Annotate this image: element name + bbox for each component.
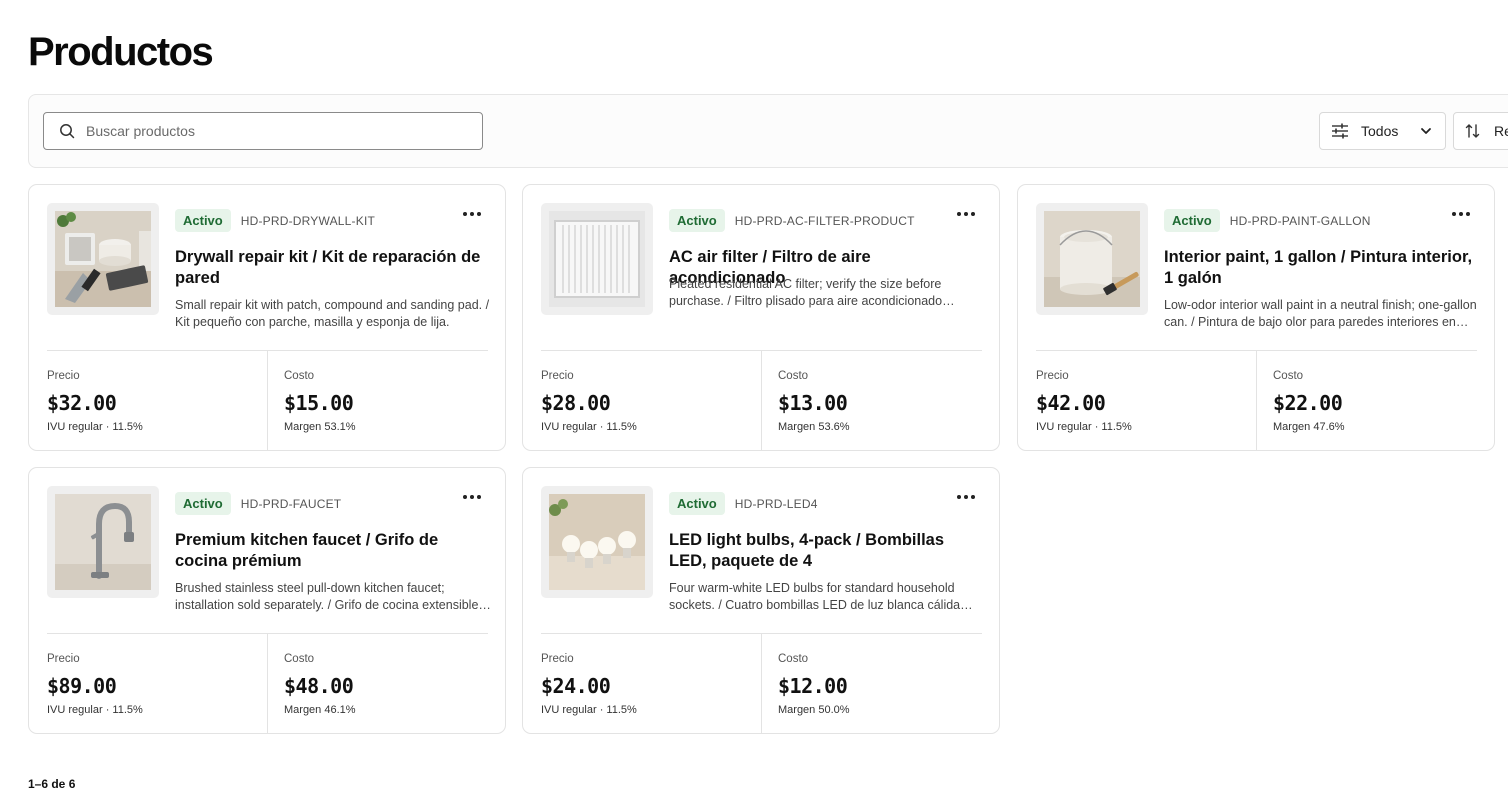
tax-info: IVU regular · 11.5% <box>541 704 637 716</box>
product-name: Interior paint, 1 gallon / Pintura inter… <box>1164 248 1473 287</box>
product-sku: HD-PRD-FAUCET <box>240 496 342 511</box>
price-label: Precio <box>1036 370 1069 382</box>
tax-info: IVU regular · 11.5% <box>1036 421 1132 433</box>
sliders-icon <box>1331 123 1349 139</box>
column-divider <box>761 634 762 734</box>
search-placeholder: Buscar productos <box>86 123 195 139</box>
product-description: Pleated residential AC filter; verify th… <box>669 277 943 308</box>
margin-info: Margen 50.0% <box>778 704 850 716</box>
status-badge: Activo <box>669 209 725 232</box>
sort-icon <box>1465 123 1481 139</box>
chevron-down-icon <box>1420 127 1432 135</box>
status-badge: Activo <box>669 492 725 515</box>
column-divider <box>267 634 268 734</box>
pagination-summary: 1–6 de 6 <box>28 777 76 791</box>
status-badge: Activo <box>175 209 231 232</box>
sort-label: Re <box>1494 123 1508 139</box>
price-label: Precio <box>541 370 574 382</box>
price-label: Precio <box>47 370 80 382</box>
product-card[interactable]: Activo HD-PRD-FAUCET Premium kitchen fau… <box>28 467 506 734</box>
card-header: Activo HD-PRD-FAUCET <box>175 492 341 515</box>
cost-value: $48.00 <box>284 674 354 698</box>
column-divider <box>1256 351 1257 451</box>
product-card[interactable]: Activo HD-PRD-LED4 LED light bulbs, 4-pa… <box>522 467 1000 734</box>
product-sku: HD-PRD-LED4 <box>734 496 818 511</box>
margin-info: Margen 46.1% <box>284 704 356 716</box>
margin-info: Margen 53.1% <box>284 421 356 433</box>
product-description: Four warm-white LED bulbs for standard h… <box>669 581 961 612</box>
column-divider <box>761 351 762 451</box>
product-sku: HD-PRD-PAINT-GALLON <box>1229 213 1371 228</box>
tax-info: IVU regular · 11.5% <box>541 421 637 433</box>
product-name: LED light bulbs, 4-pack / Bombillas LED,… <box>669 531 945 570</box>
search-icon <box>60 124 75 139</box>
tax-info: IVU regular · 11.5% <box>47 421 143 433</box>
product-card[interactable]: Activo HD-PRD-PAINT-GALLON Interior pain… <box>1017 184 1495 451</box>
price-value: $89.00 <box>47 674 117 698</box>
more-options-icon[interactable] <box>957 212 975 216</box>
card-header: Activo HD-PRD-LED4 <box>669 492 818 515</box>
status-badge: Activo <box>175 492 231 515</box>
price-value: $32.00 <box>47 391 117 415</box>
cost-label: Costo <box>778 370 809 382</box>
more-options-icon[interactable] <box>463 495 481 499</box>
paint-can-photo <box>1044 211 1140 307</box>
product-card[interactable]: Activo HD-PRD-DRYWALL-KIT Drywall repair… <box>28 184 506 451</box>
page-title: Productos <box>28 30 214 74</box>
price-value: $24.00 <box>541 674 611 698</box>
status-filter-dropdown[interactable]: Todos <box>1319 112 1446 150</box>
product-description: Brushed stainless steel pull-down kitche… <box>175 581 479 612</box>
column-divider <box>267 351 268 451</box>
filter-label: Todos <box>1361 123 1399 139</box>
product-card[interactable]: Activo HD-PRD-AC-FILTER-PRODUCT AC air f… <box>522 184 1000 451</box>
cost-label: Costo <box>778 653 809 665</box>
product-sku: HD-PRD-AC-FILTER-PRODUCT <box>734 213 915 228</box>
product-description: Small repair kit with patch, compound an… <box>175 298 490 329</box>
cost-label: Costo <box>284 370 315 382</box>
more-options-icon[interactable] <box>463 212 481 216</box>
cost-value: $15.00 <box>284 391 354 415</box>
product-image <box>541 486 653 598</box>
ac-filter-photo <box>549 211 645 307</box>
card-header: Activo HD-PRD-AC-FILTER-PRODUCT <box>669 209 915 232</box>
margin-info: Margen 47.6% <box>1273 421 1345 433</box>
price-value: $28.00 <box>541 391 611 415</box>
cost-value: $22.00 <box>1273 391 1343 415</box>
product-name: Premium kitchen faucet / Grifo de cocina… <box>175 531 439 570</box>
product-image <box>47 486 159 598</box>
search-input[interactable]: Buscar productos <box>43 112 483 150</box>
product-description: Low-odor interior wall paint in a neutra… <box>1164 298 1477 329</box>
faucet-photo <box>55 494 151 590</box>
sort-button[interactable]: Re <box>1453 112 1508 150</box>
cost-label: Costo <box>1273 370 1304 382</box>
card-header: Activo HD-PRD-DRYWALL-KIT <box>175 209 375 232</box>
tax-info: IVU regular · 11.5% <box>47 704 143 716</box>
cost-value: $12.00 <box>778 674 848 698</box>
margin-info: Margen 53.6% <box>778 421 850 433</box>
more-options-icon[interactable] <box>1452 212 1470 216</box>
product-name: Drywall repair kit / Kit de reparación d… <box>175 248 481 287</box>
price-label: Precio <box>47 653 80 665</box>
product-image <box>541 203 653 315</box>
cost-value: $13.00 <box>778 391 848 415</box>
price-value: $42.00 <box>1036 391 1106 415</box>
toolbar: Buscar productos Todos Re <box>28 94 1508 168</box>
drywall-kit-photo <box>55 211 151 307</box>
cost-label: Costo <box>284 653 315 665</box>
product-image <box>1036 203 1148 315</box>
more-options-icon[interactable] <box>957 495 975 499</box>
product-image <box>47 203 159 315</box>
product-sku: HD-PRD-DRYWALL-KIT <box>240 213 376 228</box>
price-label: Precio <box>541 653 574 665</box>
card-header: Activo HD-PRD-PAINT-GALLON <box>1164 209 1371 232</box>
led-bulbs-photo <box>549 494 645 590</box>
status-badge: Activo <box>1164 209 1220 232</box>
